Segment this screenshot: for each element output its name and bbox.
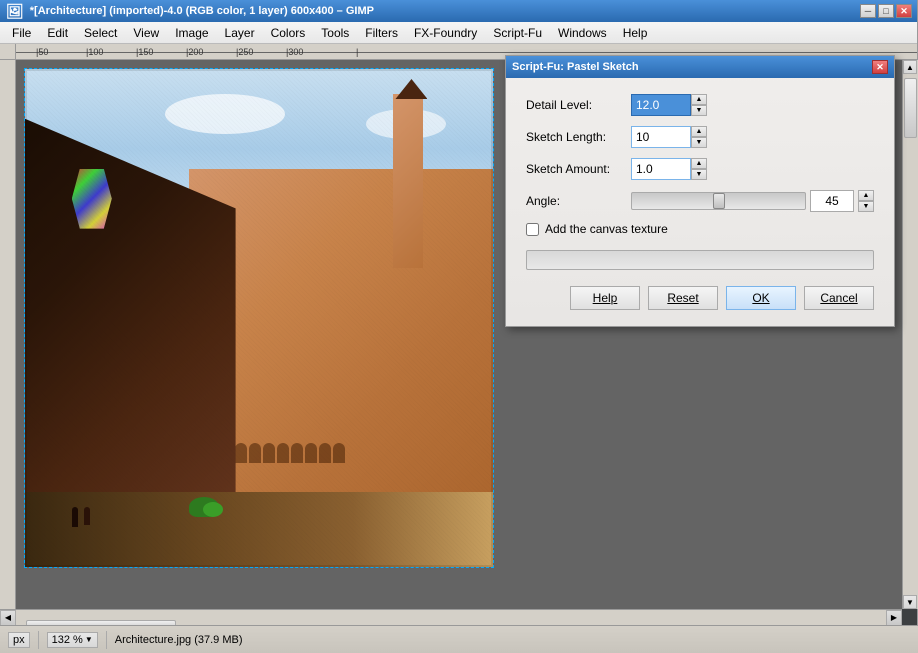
- status-bar: px 132 % ▼ Architecture.jpg (37.9 MB): [0, 625, 918, 653]
- ruler-left: [0, 60, 16, 609]
- menu-filters[interactable]: Filters: [357, 24, 406, 42]
- title-bar-buttons: ─ □ ✕: [860, 4, 912, 18]
- canvas-image: [24, 68, 494, 568]
- ruler-corner: [0, 44, 16, 60]
- menu-script-fu[interactable]: Script-Fu: [485, 24, 550, 42]
- close-button[interactable]: ✕: [896, 4, 912, 18]
- sketch-length-spinner: ▲ ▼: [691, 126, 707, 148]
- menu-layer[interactable]: Layer: [217, 24, 263, 42]
- sketch-length-input[interactable]: [631, 126, 691, 148]
- scroll-left-button[interactable]: ◀: [0, 610, 16, 626]
- scroll-down-button[interactable]: ▼: [903, 595, 917, 609]
- sketch-amount-spinner: ▲ ▼: [691, 158, 707, 180]
- menu-select[interactable]: Select: [76, 24, 125, 42]
- title-bar: 🖼 *[Architecture] (imported)-4.0 (RGB co…: [0, 0, 918, 22]
- detail-level-up[interactable]: ▲: [691, 94, 707, 105]
- angle-down[interactable]: ▼: [858, 201, 874, 212]
- sketch-length-label: Sketch Length:: [526, 130, 631, 144]
- detail-level-row: Detail Level: ▲ ▼: [526, 94, 874, 116]
- dialog-buttons: Help Reset OK Cancel: [526, 286, 874, 310]
- scroll-up-button[interactable]: ▲: [903, 60, 917, 74]
- dialog-close-button[interactable]: ✕: [872, 60, 888, 74]
- angle-up[interactable]: ▲: [858, 190, 874, 201]
- canvas-texture-checkbox[interactable]: [526, 223, 539, 236]
- unit-selector[interactable]: px: [8, 632, 30, 648]
- window-title: *[Architecture] (imported)-4.0 (RGB colo…: [30, 5, 374, 17]
- angle-label: Angle:: [526, 194, 631, 208]
- minimize-button[interactable]: ─: [860, 4, 876, 18]
- ok-button[interactable]: OK: [726, 286, 796, 310]
- angle-row: Angle: ▲ ▼: [526, 190, 874, 212]
- menu-bar: File Edit Select View Image Layer Colors…: [0, 22, 918, 44]
- menu-help[interactable]: Help: [615, 24, 656, 42]
- menu-windows[interactable]: Windows: [550, 24, 615, 42]
- menu-fx-foundry[interactable]: FX-Foundry: [406, 24, 485, 42]
- canvas-texture-label[interactable]: Add the canvas texture: [545, 222, 668, 236]
- sketch-length-up[interactable]: ▲: [691, 126, 707, 137]
- dialog-content: Detail Level: ▲ ▼ Sketch Length: ▲ ▼ Ske…: [506, 78, 894, 326]
- filename-label: Architecture.jpg (37.9 MB): [115, 634, 243, 646]
- angle-slider[interactable]: [631, 192, 806, 210]
- menu-colors[interactable]: Colors: [263, 24, 314, 42]
- detail-level-down[interactable]: ▼: [691, 105, 707, 116]
- sketch-amount-up[interactable]: ▲: [691, 158, 707, 169]
- canvas-texture-row: Add the canvas texture: [526, 222, 874, 236]
- scrollbar-thumb-v[interactable]: [904, 78, 917, 138]
- dialog-title: Script-Fu: Pastel Sketch: [512, 61, 639, 73]
- vertical-scrollbar[interactable]: ▲ ▼: [902, 60, 918, 609]
- sketch-length-row: Sketch Length: ▲ ▼: [526, 126, 874, 148]
- detail-level-input[interactable]: [631, 94, 691, 116]
- sketch-length-down[interactable]: ▼: [691, 137, 707, 148]
- cancel-button[interactable]: Cancel: [804, 286, 874, 310]
- menu-view[interactable]: View: [125, 24, 167, 42]
- menu-edit[interactable]: Edit: [39, 24, 76, 42]
- angle-spinner: ▲ ▼: [858, 190, 874, 212]
- horizontal-scrollbar[interactable]: ◀ ▶: [0, 609, 902, 625]
- help-button[interactable]: Help: [570, 286, 640, 310]
- dialog-title-bar: Script-Fu: Pastel Sketch ✕: [506, 56, 894, 78]
- menu-tools[interactable]: Tools: [313, 24, 357, 42]
- angle-slider-container: ▲ ▼: [631, 190, 874, 212]
- sketch-amount-row: Sketch Amount: ▲ ▼: [526, 158, 874, 180]
- reset-button[interactable]: Reset: [648, 286, 718, 310]
- angle-value-input[interactable]: [810, 190, 854, 212]
- sketch-amount-down[interactable]: ▼: [691, 169, 707, 180]
- sketch-amount-input[interactable]: [631, 158, 691, 180]
- detail-level-spinner: ▲ ▼: [691, 94, 707, 116]
- detail-level-label: Detail Level:: [526, 98, 631, 112]
- progress-bar-area: [526, 250, 874, 270]
- angle-slider-thumb: [713, 193, 725, 209]
- zoom-selector[interactable]: 132 % ▼: [47, 632, 98, 648]
- maximize-button[interactable]: □: [878, 4, 894, 18]
- progress-bar: [526, 250, 874, 270]
- menu-image[interactable]: Image: [167, 24, 216, 42]
- scroll-right-button[interactable]: ▶: [886, 610, 902, 626]
- sketch-amount-label: Sketch Amount:: [526, 162, 631, 176]
- pastel-sketch-dialog: Script-Fu: Pastel Sketch ✕ Detail Level:…: [505, 55, 895, 327]
- menu-file[interactable]: File: [4, 24, 39, 42]
